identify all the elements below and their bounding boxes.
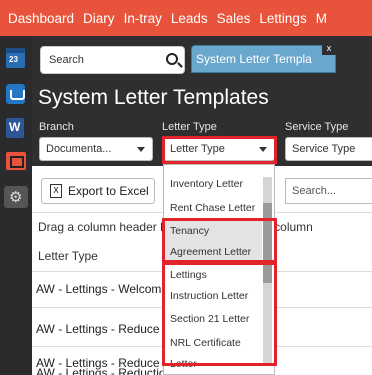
nav-more[interactable]: M — [307, 11, 327, 26]
option-tenancy[interactable]: Tenancy — [170, 225, 209, 237]
option-agreement-letter[interactable]: Agreement Letter — [170, 246, 251, 258]
calendar-day: 23 — [9, 55, 18, 64]
tab-label: System Letter Templa — [196, 52, 312, 66]
search-icon[interactable] — [166, 53, 178, 65]
search-input[interactable]: Search — [40, 46, 185, 74]
export-excel-button[interactable]: X Export to Excel — [41, 178, 155, 204]
export-label: Export to Excel — [68, 184, 149, 198]
grid-search-input[interactable]: Search... — [285, 178, 372, 204]
service-type-value: Service Type — [292, 143, 356, 155]
letter-type-select[interactable]: Letter Type — [163, 137, 275, 161]
top-nav: Dashboard Diary In-tray Leads Sales Lett… — [0, 0, 372, 36]
service-type-label: Service Type — [285, 121, 349, 133]
page-title: System Letter Templates — [38, 86, 269, 109]
grid-search-placeholder: Search... — [292, 185, 337, 197]
option-rent-chase-letter[interactable]: Rent Chase Letter — [170, 202, 255, 214]
nav-diary[interactable]: Diary — [74, 11, 115, 26]
word-icon[interactable]: W — [6, 118, 24, 138]
branch-value: Documenta... — [46, 143, 112, 155]
option-nrl-certificate[interactable]: NRL Certificate — [170, 337, 241, 349]
branch-select[interactable]: Documenta... — [39, 137, 153, 161]
document-icon[interactable] — [6, 84, 25, 104]
letter-type-dropdown-list[interactable]: Inventory Letter Rent Chase Letter Tenan… — [163, 164, 275, 375]
service-type-select[interactable]: Service Type — [285, 137, 372, 161]
nav-in-tray[interactable]: In-tray — [115, 11, 162, 26]
nav-leads[interactable]: Leads — [162, 11, 208, 26]
left-sidebar: 23 W — [0, 36, 32, 375]
settings-icon[interactable] — [4, 186, 28, 208]
dropdown-scroll-thumb[interactable] — [263, 203, 272, 283]
nav-lettings[interactable]: Lettings — [250, 11, 306, 26]
chevron-down-icon — [259, 147, 267, 152]
tab-system-letter-templates[interactable]: System Letter Templa x — [191, 43, 336, 73]
excel-icon: X — [50, 184, 62, 198]
table-row[interactable]: AW - Lettings - Welcome — [36, 282, 168, 296]
chevron-down-icon — [137, 147, 145, 152]
nav-dashboard[interactable]: Dashboard — [0, 11, 74, 26]
app-root: Dashboard Diary In-tray Leads Sales Lett… — [0, 0, 372, 375]
branch-label: Branch — [39, 121, 74, 133]
column-header-letter-type[interactable]: Letter Type — [38, 249, 98, 263]
search-placeholder: Search — [49, 54, 84, 66]
table-row[interactable]: AW - Lettings - Reduce — [36, 322, 160, 336]
close-icon[interactable]: x — [322, 43, 336, 55]
calendar-icon[interactable]: 23 — [6, 48, 25, 68]
option-inventory-letter[interactable]: Inventory Letter — [170, 178, 243, 190]
option-instruction-letter[interactable]: Instruction Letter — [170, 290, 248, 302]
word-glyph: W — [9, 120, 21, 134]
nav-sales[interactable]: Sales — [208, 11, 251, 26]
letter-type-label: Letter Type — [162, 121, 217, 133]
letter-type-value: Letter Type — [170, 143, 225, 155]
presentation-icon[interactable] — [6, 152, 26, 170]
option-lettings[interactable]: Lettings — [170, 269, 207, 281]
option-letter[interactable]: Letter — [170, 358, 197, 370]
option-section-21-letter[interactable]: Section 21 Letter — [170, 313, 249, 325]
